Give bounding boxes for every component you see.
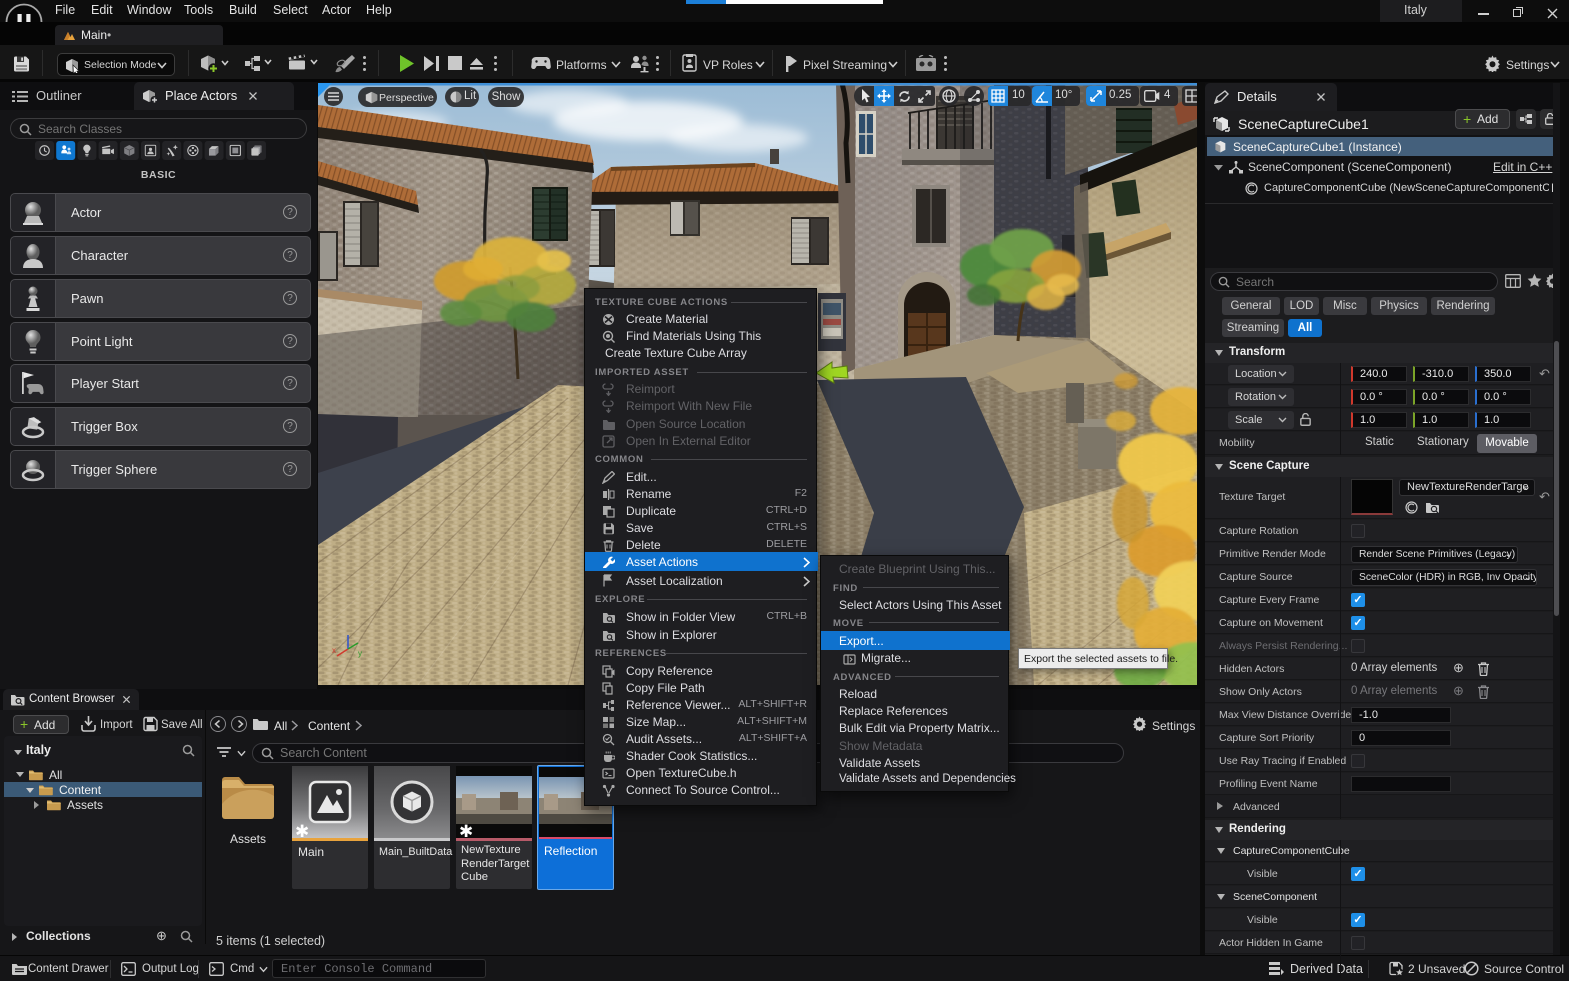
svg-text:x: x xyxy=(332,646,336,655)
svg-text:y: y xyxy=(358,649,362,658)
